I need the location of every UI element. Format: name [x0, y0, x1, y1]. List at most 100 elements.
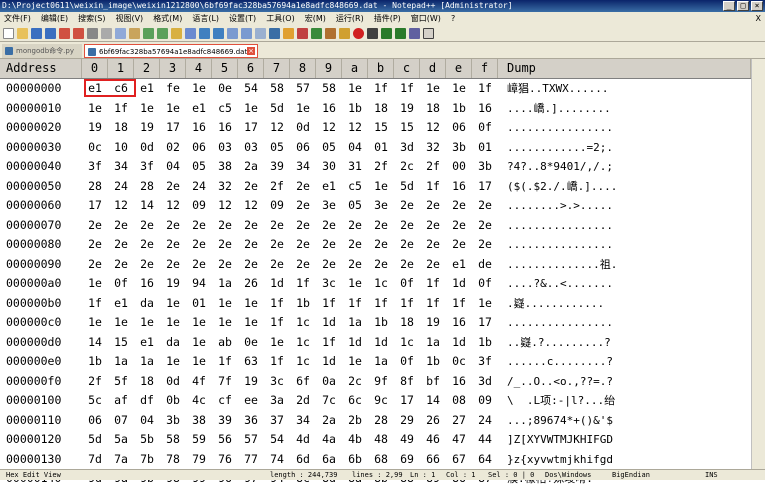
hex-byte[interactable]: 1e — [446, 79, 472, 99]
hex-byte[interactable]: 2e — [446, 216, 472, 236]
folder-workspace-icon[interactable] — [339, 27, 350, 39]
hex-byte[interactable]: 6c — [342, 391, 368, 411]
hex-byte[interactable]: 69 — [394, 450, 420, 470]
hex-byte[interactable]: e1 — [134, 333, 160, 353]
hex-byte[interactable]: 3a — [264, 391, 290, 411]
hex-byte[interactable]: 16 — [446, 313, 472, 333]
hex-byte[interactable]: 46 — [420, 430, 446, 450]
hex-byte[interactable]: 1e — [160, 313, 186, 333]
hex-byte[interactable]: 2c — [394, 157, 420, 177]
hex-byte[interactable]: 67 — [446, 450, 472, 470]
menu-view[interactable]: 视图(V) — [115, 12, 143, 25]
hex-byte[interactable]: 17 — [472, 177, 498, 197]
hex-byte[interactable]: 1e — [368, 177, 394, 197]
hex-byte[interactable]: 59 — [186, 430, 212, 450]
hex-byte[interactable]: 1f — [472, 79, 498, 99]
hex-byte[interactable]: 0c — [446, 352, 472, 372]
hex-byte[interactable]: 3e — [316, 196, 342, 216]
hex-byte[interactable]: 1f — [420, 274, 446, 294]
hex-byte[interactable]: 1f — [446, 294, 472, 314]
hex-byte[interactable]: 3f — [82, 157, 108, 177]
hex-byte[interactable]: 03 — [212, 138, 238, 158]
row-dump-text[interactable]: ........>.>..... — [507, 196, 657, 216]
hex-byte[interactable]: 1b — [420, 352, 446, 372]
function-list-icon[interactable] — [325, 27, 336, 39]
hex-byte[interactable]: 58 — [264, 79, 290, 99]
hex-byte[interactable]: 36 — [238, 411, 264, 431]
hex-byte[interactable]: 37 — [264, 411, 290, 431]
hex-byte[interactable]: 2e — [108, 255, 134, 275]
hex-byte[interactable]: 2d — [290, 391, 316, 411]
row-dump-text[interactable]: ($(.$2./.嶠.].... — [507, 177, 657, 197]
hex-byte[interactable]: 54 — [264, 430, 290, 450]
hex-byte[interactable]: 34 — [290, 157, 316, 177]
hex-byte[interactable]: 2e — [394, 235, 420, 255]
hex-byte[interactable]: 47 — [446, 430, 472, 450]
hex-byte[interactable]: e1 — [316, 177, 342, 197]
hex-byte[interactable]: 10 — [108, 138, 134, 158]
hex-byte[interactable]: 1b — [368, 313, 394, 333]
menu-help[interactable]: ? — [451, 12, 455, 25]
hex-byte[interactable]: 1f — [212, 352, 238, 372]
hex-byte[interactable]: cf — [212, 391, 238, 411]
hex-byte[interactable]: 2f — [368, 157, 394, 177]
hex-byte[interactable]: 2b — [342, 411, 368, 431]
hex-byte[interactable]: 1d — [368, 333, 394, 353]
menu-file[interactable]: 文件(F) — [4, 12, 31, 25]
hex-byte[interactable]: 07 — [108, 411, 134, 431]
hex-byte[interactable]: 12 — [420, 118, 446, 138]
hex-byte[interactable]: 2e — [290, 216, 316, 236]
hex-byte[interactable]: 19 — [238, 372, 264, 392]
hex-byte[interactable]: 5f — [108, 372, 134, 392]
hex-byte[interactable]: df — [134, 391, 160, 411]
hex-byte[interactable]: af — [108, 391, 134, 411]
hex-byte[interactable]: 1d — [342, 333, 368, 353]
hex-byte[interactable]: 74 — [264, 450, 290, 470]
hex-byte[interactable]: 39 — [264, 157, 290, 177]
save-macro-icon[interactable] — [409, 27, 420, 39]
hex-byte[interactable]: 24 — [472, 411, 498, 431]
tab-dat-file[interactable]: 6bf69fac328ba57694a1e8adfc848669.dat × — [84, 44, 258, 58]
find-icon[interactable] — [171, 27, 182, 39]
stop-macro-icon[interactable] — [367, 27, 378, 39]
hex-byte[interactable]: 1e — [342, 274, 368, 294]
hex-byte[interactable]: 2e — [290, 255, 316, 275]
word-wrap-icon[interactable] — [255, 27, 266, 39]
hex-byte[interactable]: 6a — [316, 450, 342, 470]
menu-settings[interactable]: 设置(T) — [229, 12, 256, 25]
paste-icon[interactable] — [129, 27, 140, 39]
replace-icon[interactable] — [185, 27, 196, 39]
hex-byte[interactable]: 27 — [446, 411, 472, 431]
hex-byte[interactable]: 1c — [394, 333, 420, 353]
hex-byte[interactable]: 0d — [290, 118, 316, 138]
hex-byte[interactable]: 05 — [186, 157, 212, 177]
hex-byte[interactable]: 2e — [394, 196, 420, 216]
menu-edit[interactable]: 编辑(E) — [41, 12, 68, 25]
hex-byte[interactable]: 1b — [342, 99, 368, 119]
close-document-x[interactable]: X — [756, 12, 761, 25]
hex-row[interactable]: 00000050 28 24 28 2e 24 32 2e 2f 2e e1 c5 1e 5d 1f 16 17… — [0, 177, 765, 197]
hex-byte[interactable]: 9c — [368, 391, 394, 411]
hex-byte[interactable]: 1e — [342, 352, 368, 372]
hex-byte[interactable]: 1f — [420, 177, 446, 197]
hex-byte[interactable]: 1e — [160, 294, 186, 314]
print-icon[interactable] — [87, 27, 98, 39]
row-dump-text[interactable]: ?4?..8*9401/,/.; — [507, 157, 657, 177]
hex-byte[interactable]: ee — [238, 391, 264, 411]
hex-byte[interactable]: 1e — [186, 79, 212, 99]
hex-byte[interactable]: 57 — [238, 430, 264, 450]
hex-byte[interactable]: 1d — [316, 352, 342, 372]
new-file-icon[interactable] — [3, 27, 14, 39]
hex-byte[interactable]: 76 — [212, 450, 238, 470]
hex-byte[interactable]: 18 — [108, 118, 134, 138]
hex-byte[interactable]: 1e — [82, 274, 108, 294]
hex-byte[interactable]: 1d — [446, 274, 472, 294]
open-file-icon[interactable] — [17, 27, 28, 39]
tab-mongodb[interactable]: mongodb命令.py — [2, 44, 82, 58]
hex-byte[interactable]: 2e — [212, 255, 238, 275]
hex-byte[interactable]: 2a — [316, 411, 342, 431]
hex-byte[interactable]: 18 — [420, 99, 446, 119]
hex-byte[interactable]: 1f — [264, 294, 290, 314]
hex-byte[interactable]: 1a — [134, 352, 160, 372]
hex-byte[interactable]: 04 — [342, 138, 368, 158]
